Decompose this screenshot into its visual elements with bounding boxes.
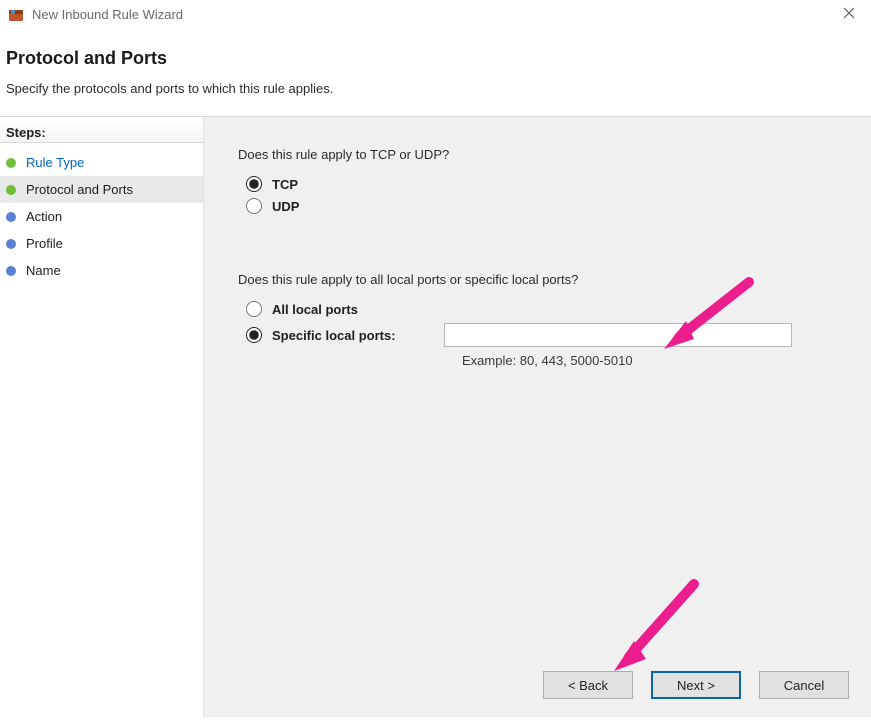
cancel-button[interactable]: Cancel xyxy=(759,671,849,699)
bullet-icon xyxy=(6,185,16,195)
page-title: Protocol and Ports xyxy=(6,48,861,69)
step-label: Protocol and Ports xyxy=(26,182,133,197)
bullet-icon xyxy=(6,266,16,276)
radio-row-tcp[interactable]: TCP xyxy=(246,176,845,192)
wizard-footer: < Back Next > Cancel xyxy=(543,671,849,699)
radio-row-all-ports[interactable]: All local ports xyxy=(246,301,845,317)
window-titlebar: New Inbound Rule Wizard xyxy=(0,0,871,30)
radio-specific-ports[interactable] xyxy=(246,327,262,343)
step-protocol-and-ports[interactable]: Protocol and Ports xyxy=(0,176,203,203)
wizard-body: Steps: Rule Type Protocol and Ports Acti… xyxy=(0,117,871,717)
bullet-icon xyxy=(6,239,16,249)
step-profile[interactable]: Profile xyxy=(0,230,203,257)
step-label: Profile xyxy=(26,236,63,251)
specific-ports-input[interactable] xyxy=(444,323,792,347)
ports-question: Does this rule apply to all local ports … xyxy=(238,272,845,287)
radio-tcp[interactable] xyxy=(246,176,262,192)
app-icon xyxy=(8,7,24,23)
radio-all-ports-label: All local ports xyxy=(272,302,444,317)
bullet-icon xyxy=(6,158,16,168)
wizard-content: Does this rule apply to TCP or UDP? TCP … xyxy=(204,117,871,717)
window-title: New Inbound Rule Wizard xyxy=(32,7,837,22)
step-label: Rule Type xyxy=(26,155,84,170)
page-subtitle: Specify the protocols and ports to which… xyxy=(6,81,861,96)
radio-udp-label: UDP xyxy=(272,199,299,214)
step-name[interactable]: Name xyxy=(0,257,203,284)
step-action[interactable]: Action xyxy=(0,203,203,230)
radio-udp[interactable] xyxy=(246,198,262,214)
close-icon[interactable] xyxy=(837,6,861,24)
page-header: Protocol and Ports Specify the protocols… xyxy=(0,30,871,106)
ports-example: Example: 80, 443, 5000-5010 xyxy=(462,353,845,368)
radio-row-specific-ports[interactable]: Specific local ports: xyxy=(246,323,845,347)
next-button[interactable]: Next > xyxy=(651,671,741,699)
bullet-icon xyxy=(6,212,16,222)
radio-tcp-label: TCP xyxy=(272,177,298,192)
radio-row-udp[interactable]: UDP xyxy=(246,198,845,214)
step-rule-type[interactable]: Rule Type xyxy=(0,149,203,176)
steps-sidebar: Steps: Rule Type Protocol and Ports Acti… xyxy=(0,117,204,717)
radio-all-ports[interactable] xyxy=(246,301,262,317)
step-label: Name xyxy=(26,263,61,278)
step-label: Action xyxy=(26,209,62,224)
back-button[interactable]: < Back xyxy=(543,671,633,699)
annotation-arrow-next xyxy=(594,579,704,679)
steps-heading: Steps: xyxy=(0,123,203,143)
protocol-question: Does this rule apply to TCP or UDP? xyxy=(238,147,845,162)
radio-specific-ports-label: Specific local ports: xyxy=(272,328,444,343)
